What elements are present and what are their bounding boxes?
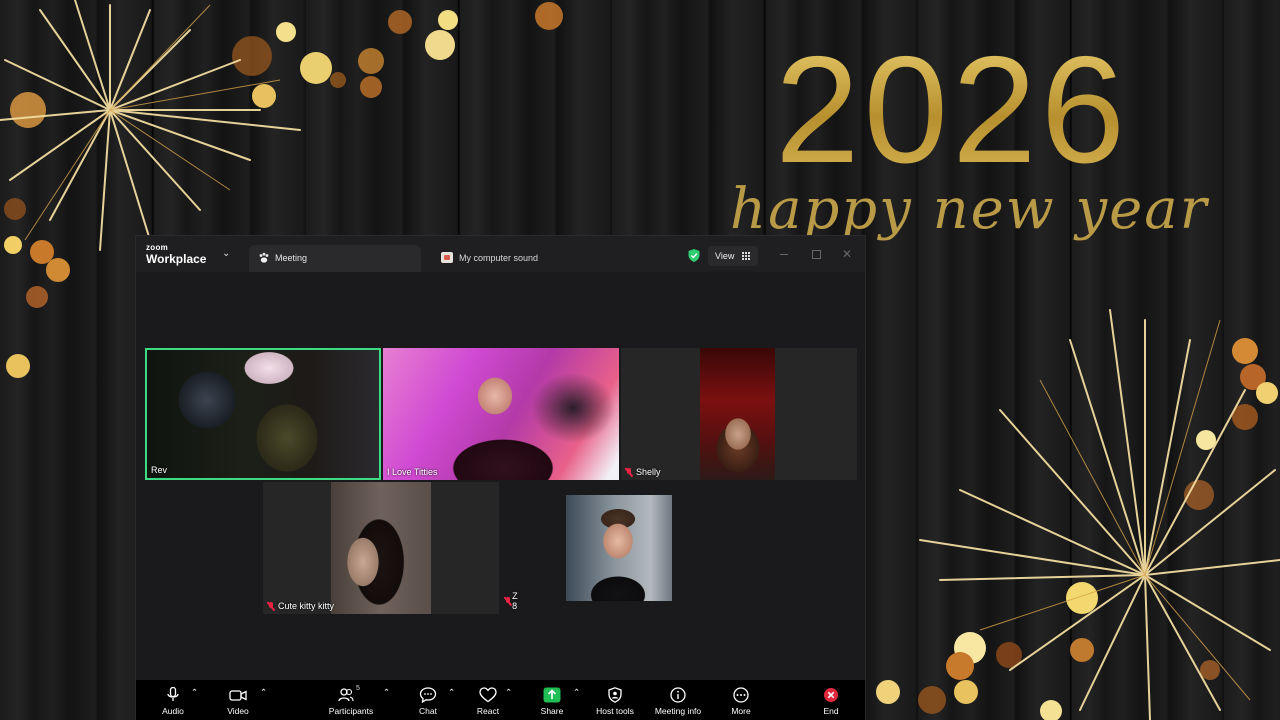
chat-button[interactable]: Chat xyxy=(414,687,442,716)
tab-computer-sound[interactable]: My computer sound xyxy=(441,252,539,263)
view-button[interactable]: View xyxy=(708,246,758,266)
mic-muted-icon xyxy=(625,467,633,477)
year-text: 2026 xyxy=(775,34,1235,186)
chat-label: Chat xyxy=(419,706,437,716)
end-label: End xyxy=(823,706,839,716)
share-caret-icon[interactable]: ⌃ xyxy=(573,687,580,698)
shelly-video xyxy=(700,348,775,480)
more-label: More xyxy=(731,706,751,716)
meeting-info-button[interactable]: Meeting info xyxy=(651,687,705,716)
tab-meeting-label: Meeting xyxy=(275,253,308,263)
video-tile-i-love-titties[interactable]: I Love Titties xyxy=(383,348,619,480)
participant-name: Shelly xyxy=(625,467,661,477)
video-button[interactable]: Video xyxy=(220,687,256,716)
zoom-window: zoom Workplace ⌄ Meeting My computer sou… xyxy=(136,236,865,720)
minimize-icon[interactable] xyxy=(778,248,790,260)
participant-name: Rev xyxy=(151,465,168,475)
computer-sound-icon xyxy=(441,252,453,263)
participant-name: I Love Titties xyxy=(387,467,438,477)
more-icon xyxy=(733,687,749,703)
zoom-workplace-menu[interactable]: zoom Workplace xyxy=(146,243,207,267)
maximize-icon[interactable] xyxy=(810,248,822,260)
share-label: Share xyxy=(540,706,564,716)
host-shield-icon xyxy=(608,687,622,703)
tab-meeting[interactable]: Meeting xyxy=(249,245,421,272)
security-shield-icon[interactable] xyxy=(688,249,700,262)
participants-caret-icon[interactable]: ⌃ xyxy=(383,687,390,698)
brand-zoom: zoom xyxy=(146,243,169,252)
cute-kitty-video xyxy=(331,482,431,614)
paw-icon xyxy=(259,252,269,263)
microphone-icon xyxy=(167,687,179,701)
react-button[interactable]: React xyxy=(474,687,502,716)
more-button[interactable]: More xyxy=(728,687,754,716)
meeting-toolbar: Audio ⌃ Video ⌃ 5 Participants ⌃ Chat ⌃ … xyxy=(136,680,865,720)
participants-button[interactable]: 5 Participants xyxy=(324,685,378,716)
participants-label: Participants xyxy=(328,706,374,716)
audio-button[interactable]: Audio xyxy=(154,687,192,716)
participant-name: Z 8 xyxy=(504,591,521,611)
mic-muted-icon xyxy=(504,596,511,606)
chat-caret-icon[interactable]: ⌃ xyxy=(448,687,455,698)
chat-icon xyxy=(419,687,437,703)
react-caret-icon[interactable]: ⌃ xyxy=(505,687,512,698)
grid-icon xyxy=(742,252,750,260)
end-meeting-icon xyxy=(824,688,838,702)
audio-caret-icon[interactable]: ⌃ xyxy=(191,687,198,698)
host-tools-label: Host tools xyxy=(596,706,634,716)
react-label: React xyxy=(476,706,500,716)
tab-computer-sound-label: My computer sound xyxy=(459,253,539,263)
video-tile-rev[interactable]: Rev xyxy=(145,348,381,480)
video-tile-cute-kitty-kitty[interactable]: Cute kitty kitty xyxy=(263,482,499,614)
info-icon xyxy=(670,687,686,703)
close-icon[interactable]: ✕ xyxy=(842,248,854,260)
share-button[interactable]: Share xyxy=(538,687,566,716)
mic-muted-icon xyxy=(267,601,275,611)
view-label: View xyxy=(715,251,735,261)
firework-bottom-right xyxy=(919,309,1280,720)
title-bar: zoom Workplace ⌄ Meeting My computer sou… xyxy=(136,236,865,272)
video-tile-guest[interactable] xyxy=(566,495,672,601)
share-screen-icon xyxy=(543,687,561,703)
brand-workplace: Workplace xyxy=(146,252,207,266)
chevron-down-icon[interactable]: ⌄ xyxy=(222,248,232,259)
participants-count: 5 xyxy=(356,685,360,692)
camera-icon xyxy=(229,690,247,701)
greeting-text: happy new year xyxy=(730,177,1209,242)
video-tile-shelly[interactable]: Shelly xyxy=(621,348,857,480)
participant-name: Cute kitty kitty xyxy=(267,601,334,611)
meeting-info-label: Meeting info xyxy=(654,706,702,716)
heart-icon xyxy=(479,687,497,703)
end-button[interactable]: End xyxy=(820,687,842,716)
firework-top-left xyxy=(0,0,301,251)
video-label: Video xyxy=(227,706,249,716)
participants-icon: 5 xyxy=(336,685,366,703)
host-tools-button[interactable]: Host tools xyxy=(594,687,636,716)
audio-label: Audio xyxy=(162,706,184,716)
video-caret-icon[interactable]: ⌃ xyxy=(260,687,267,698)
